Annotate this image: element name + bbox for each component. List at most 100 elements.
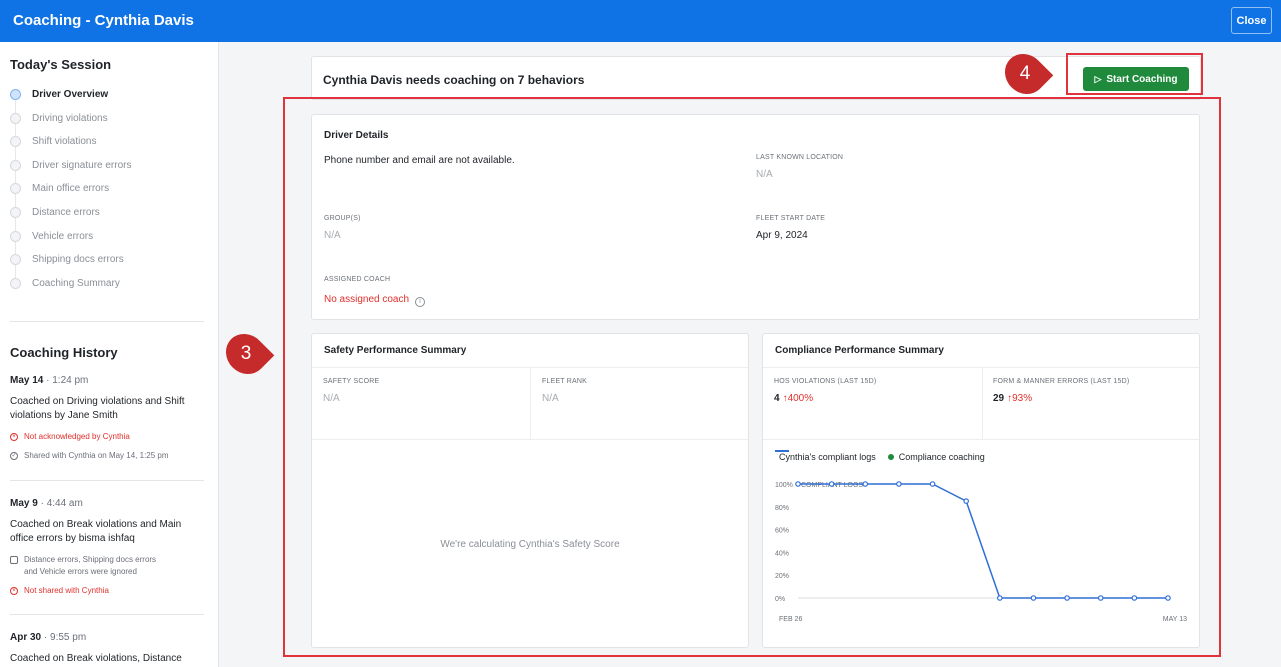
sidebar: Today's Session Driver Overview Driving … <box>0 42 219 667</box>
step-dot-icon <box>10 112 21 124</box>
driver-details-title: Driver Details <box>324 130 389 141</box>
data-point <box>929 481 936 487</box>
y-tick-label: 60% <box>775 528 789 535</box>
history-date: Apr 30 · 9:55 pm <box>10 632 87 643</box>
history-heading: Coaching History <box>10 345 118 360</box>
hos-violations-metric: 4 ↑400% <box>774 393 813 404</box>
step-label: Distance errors <box>32 206 100 218</box>
fleet-start-date-value: Apr 9, 2024 <box>756 230 808 241</box>
groups-label: GROUP(S) <box>324 215 361 222</box>
hos-violations-label: HOS VIOLATIONS (LAST 15D) <box>774 378 877 385</box>
series-line <box>798 483 1168 599</box>
step-label: Driving violations <box>32 112 108 124</box>
data-point <box>1030 595 1037 601</box>
play-icon: ▷ <box>1094 73 1102 84</box>
contact-note: Phone number and email are not available… <box>324 155 515 166</box>
not-shared-icon: × <box>10 587 18 595</box>
safety-score-label: SAFETY SCORE <box>323 378 380 385</box>
step-coaching-summary[interactable]: Coaching Summary <box>10 275 210 291</box>
step-dot-icon <box>10 159 21 171</box>
y-tick-label: 0% <box>775 596 785 603</box>
fleet-start-date-label: FLEET START DATE <box>756 215 826 222</box>
fleet-rank-label: FLEET RANK <box>542 378 588 385</box>
form-manner-label: FORM & MANNER ERRORS (LAST 15D) <box>993 378 1130 385</box>
step-shipping-docs-errors[interactable]: Shipping docs errors <box>10 251 210 267</box>
assigned-coach-value: No assigned coach i <box>324 294 426 307</box>
start-coaching-label: Start Coaching <box>1106 73 1178 85</box>
y-tick-label: 40% <box>775 550 789 557</box>
step-driver-overview[interactable]: Driver Overview <box>10 86 210 102</box>
divider <box>530 367 531 439</box>
step-label: Vehicle errors <box>32 230 94 242</box>
sidebar-divider <box>10 480 204 481</box>
data-point <box>997 595 1003 601</box>
history-status: × Not shared with Cynthia <box>10 585 205 597</box>
legend-dot-swatch <box>887 454 894 460</box>
legend-dot-label: Compliance coaching <box>898 452 985 462</box>
groups-value: N/A <box>324 230 341 241</box>
history-status: Distance errors, Shipping docs errors an… <box>10 554 160 578</box>
step-dot-icon <box>10 206 21 218</box>
step-label: Shipping docs errors <box>32 253 124 265</box>
info-icon[interactable]: i <box>415 297 426 307</box>
coaching-header-title: Cynthia Davis needs coaching on 7 behavi… <box>323 73 585 87</box>
last-known-location-value: N/A <box>756 169 773 180</box>
data-point <box>1097 595 1104 601</box>
y-tick-label: 80% <box>775 505 789 512</box>
hos-violations-value: 4 <box>774 393 780 404</box>
step-dot-icon <box>10 253 21 265</box>
x-tick-label: FEB 26 <box>779 616 802 623</box>
step-distance-errors[interactable]: Distance errors <box>10 204 210 220</box>
divider <box>982 367 983 439</box>
sidebar-divider <box>10 321 204 322</box>
step-vehicle-errors[interactable]: Vehicle errors <box>10 228 210 244</box>
app-header: Coaching - Cynthia Davis Close <box>0 0 1281 42</box>
annotation-number-4: 4 <box>1019 63 1031 84</box>
shield-icon <box>10 556 18 564</box>
compliance-summary-title: Compliance Performance Summary <box>775 345 944 356</box>
history-status: ✓ Shared with Cynthia on May 14, 1:25 pm <box>10 451 169 460</box>
compliance-line-chart: 0%20%40%60%80%100% COMPLIANT LOGSFEB 26 MA… <box>775 481 1187 623</box>
safety-summary-card: Safety Performance Summary SAFETY SCORE … <box>311 333 749 648</box>
history-entry[interactable]: May 9 · 4:44 am Coached on Break violati… <box>10 498 205 597</box>
annotation-number-3: 3 <box>240 343 252 364</box>
history-description: Coached on Break violations and Main off… <box>10 519 182 544</box>
legend-line-label: Cynthia's compliant logs <box>779 452 876 462</box>
safety-score-value: N/A <box>323 393 340 404</box>
start-coaching-button[interactable]: ▷ Start Coaching <box>1083 67 1189 91</box>
step-label: Driver Overview <box>32 88 109 100</box>
history-entry[interactable]: Apr 30 · 9:55 pm Coached on Break violat… <box>10 632 205 666</box>
compliance-summary-card: Compliance Performance Summary HOS VIOLA… <box>762 333 1200 648</box>
form-manner-change: ↑93% <box>1007 393 1033 404</box>
data-point <box>963 498 969 504</box>
step-dot-icon <box>10 277 21 289</box>
step-driver-signature-errors[interactable]: Driver signature errors <box>10 157 210 173</box>
history-description: Coached on Break violations, Distance <box>10 653 182 664</box>
x-tick-label: MAY 13 <box>1163 616 1187 623</box>
last-known-location-label: LAST KNOWN LOCATION <box>756 154 844 161</box>
history-entry[interactable]: May 14 · 1:24 pm Coached on Driving viol… <box>10 375 205 462</box>
safety-summary-title: Safety Performance Summary <box>324 345 467 356</box>
divider <box>763 367 1199 368</box>
chart-legend: Cynthia's compliant logs Compliance coac… <box>775 450 985 462</box>
step-label: Shift violations <box>32 135 97 147</box>
page-title: Coaching - Cynthia Davis <box>13 12 194 29</box>
data-point <box>1131 595 1138 601</box>
fleet-rank-value: N/A <box>542 393 559 404</box>
history-status: × Not acknowledged by Cynthia <box>10 431 205 443</box>
history-date: May 9 · 4:44 am <box>10 498 83 509</box>
history-description: Coached on Driving violations and Shift … <box>10 396 185 421</box>
data-point <box>862 481 869 487</box>
hos-violations-change: ↑400% <box>782 393 814 404</box>
close-button[interactable]: Close <box>1231 7 1272 34</box>
step-driving-violations[interactable]: Driving violations <box>10 110 210 126</box>
assigned-coach-text: No assigned coach <box>324 294 410 305</box>
driver-details-card: Driver Details Phone number and email ar… <box>311 114 1200 320</box>
step-main-office-errors[interactable]: Main office errors <box>10 180 210 196</box>
step-shift-violations[interactable]: Shift violations <box>10 133 210 149</box>
divider <box>312 439 748 440</box>
data-point <box>828 481 835 487</box>
data-point <box>1165 595 1171 601</box>
step-dot-icon <box>10 88 21 100</box>
step-label: Coaching Summary <box>32 277 120 289</box>
